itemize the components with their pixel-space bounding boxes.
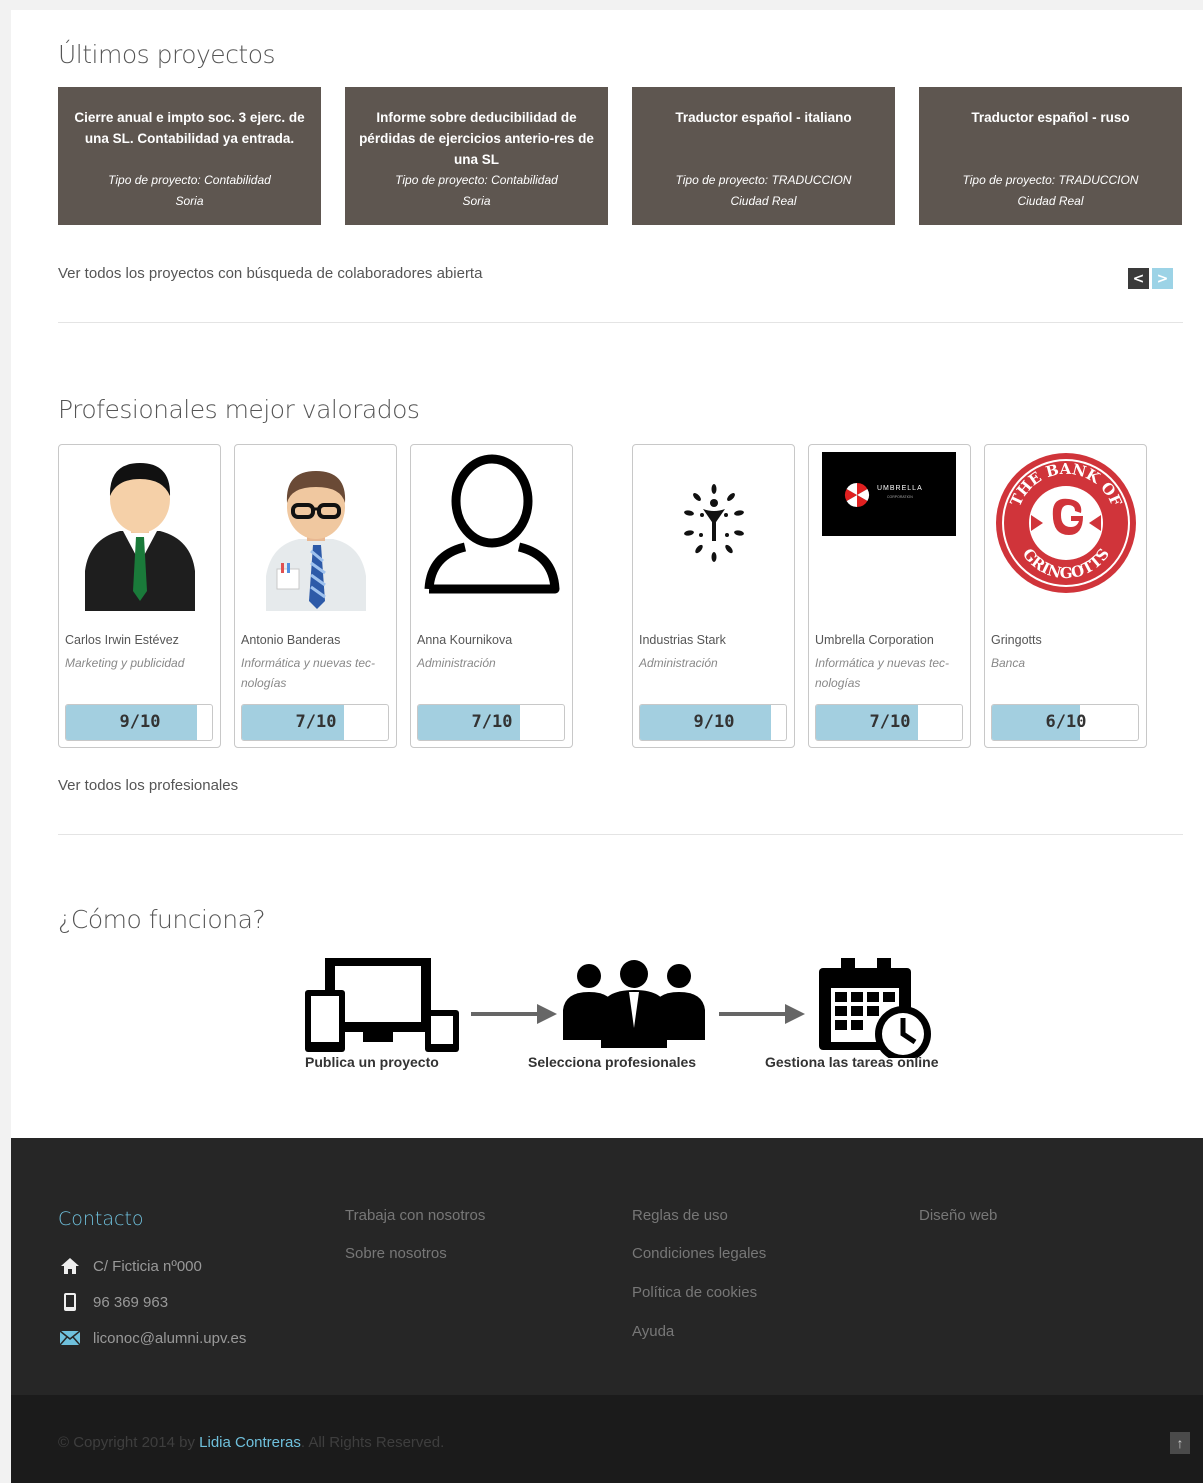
chevron-right-icon: > (1156, 270, 1169, 287)
chevron-left-icon: < (1132, 270, 1145, 287)
arrow-icon (719, 1004, 805, 1024)
project-city: Ciudad Real (730, 194, 797, 208)
umbrella-logo-subtext: CORPORATION (887, 495, 913, 499)
rating-score: 9/10 (693, 712, 735, 732)
step-label: Gestiona las tareas online (765, 1054, 939, 1070)
professional-category: Marketing y publicidad (65, 656, 185, 670)
contact-phone: 96 369 963 (93, 1294, 169, 1311)
project-type: Tipo de proyecto: Contabilidad (108, 173, 271, 187)
calendar-clock-icon (819, 958, 931, 1058)
latest-projects-title: Últimos proyectos (58, 40, 276, 69)
see-all-projects-link[interactable]: Ver todos los proyectos con búsqueda de … (58, 265, 482, 282)
contact-address: C/ Ficticia nº000 (93, 1258, 202, 1275)
professional-category: Administración (639, 656, 718, 670)
arrow-icon (471, 1004, 557, 1024)
professional-category: Banca (991, 656, 1026, 670)
professional-card[interactable]: Anna Kournikova Administración 7/10 (410, 444, 573, 748)
phone-icon (58, 1292, 82, 1312)
copyright-prefix: © Copyright 2014 by (58, 1434, 200, 1451)
footer-link[interactable]: Reglas de uso (632, 1207, 728, 1224)
professional-category: Informática y nuevas tec-nologías (241, 656, 376, 690)
project-city: Ciudad Real (1017, 194, 1084, 208)
professional-card[interactable]: UMBRELLA CORPORATION Umbrella Corporatio… (808, 444, 971, 748)
project-type: Tipo de proyecto: TRADUCCION (962, 173, 1139, 187)
project-city: Soria (175, 194, 204, 208)
rating-bar: 6/10 (991, 704, 1139, 741)
project-city: Soria (462, 194, 491, 208)
professional-category: Informática y nuevas tec-nologías (815, 656, 950, 690)
home-icon (58, 1256, 82, 1276)
arrow-up-icon: ↑ (1176, 1435, 1184, 1451)
footer-link[interactable]: Condiciones legales (632, 1245, 766, 1262)
email-icon (58, 1328, 82, 1348)
professional-name: Carlos Irwin Estévez (65, 633, 179, 647)
footer-link[interactable]: Política de cookies (632, 1284, 757, 1301)
carousel-next-button[interactable]: > (1152, 268, 1173, 289)
how-it-works-title: ¿Cómo funciona? (58, 905, 266, 934)
footer-link[interactable]: Sobre nosotros (345, 1245, 447, 1262)
rating-bar: 7/10 (241, 704, 389, 741)
professional-card[interactable]: Industrias Stark Administración 9/10 (632, 444, 795, 748)
professional-name: Gringotts (991, 633, 1042, 647)
rating-bar: 7/10 (815, 704, 963, 741)
footer-link[interactable]: Trabaja con nosotros (345, 1207, 485, 1224)
businessman-avatar-icon (65, 451, 215, 611)
professional-name: Antonio Banderas (241, 633, 341, 647)
divider (58, 322, 1183, 323)
professional-card[interactable]: Carlos Irwin Estévez Marketing y publici… (58, 444, 221, 748)
professional-name: Industrias Stark (639, 633, 726, 647)
rating-score: 9/10 (119, 712, 161, 732)
copyright-suffix: . All Rights Reserved. (300, 1434, 445, 1451)
footer: Contacto C/ Ficticia nº000 96 369 963 li… (11, 1138, 1203, 1395)
footer-link[interactable]: Ayuda (632, 1323, 674, 1340)
how-it-works-diagram (305, 958, 931, 1058)
project-card[interactable]: Cierre anual e impto soc. 3 ejerc. de un… (58, 87, 321, 225)
contact-title: Contacto (58, 1208, 144, 1230)
professional-card[interactable]: THE BANK OF GRINGOTTS Gringotts Banca 6/… (984, 444, 1147, 748)
professional-name: Umbrella Corporation (815, 633, 934, 647)
copyright-bar: © Copyright 2014 by Lidia Contreras. All… (11, 1395, 1203, 1483)
author-link[interactable]: Lidia Contreras (199, 1434, 301, 1451)
rating-score: 7/10 (471, 712, 513, 732)
rating-bar: 9/10 (65, 704, 213, 741)
copyright-text: © Copyright 2014 by Lidia Contreras. All… (58, 1434, 444, 1451)
devices-icon (305, 958, 459, 1052)
user-outline-icon (417, 451, 567, 611)
gringotts-seal-logo: THE BANK OF GRINGOTTS (991, 451, 1141, 611)
team-icon (563, 960, 705, 1048)
glasses-man-avatar-icon (241, 451, 391, 611)
project-title: Cierre anual e impto soc. 3 ejerc. de un… (74, 110, 305, 146)
umbrella-logo-text: UMBRELLA (877, 485, 923, 492)
project-card[interactable]: Traductor español - italiano Tipo de pro… (632, 87, 895, 225)
step-label: Selecciona profesionales (528, 1054, 697, 1070)
professional-name: Anna Kournikova (417, 633, 513, 647)
project-card[interactable]: Traductor español - ruso Tipo de proyect… (919, 87, 1182, 225)
project-card[interactable]: Informe sobre deducibilidad de pérdidas … (345, 87, 608, 225)
rating-score: 7/10 (869, 712, 911, 732)
rating-bar: 9/10 (639, 704, 787, 741)
project-title: Traductor español - ruso (971, 110, 1130, 125)
stark-tree-logo (639, 451, 789, 611)
professional-category: Administración (417, 656, 496, 670)
rating-score: 6/10 (1045, 712, 1087, 732)
page: Últimos proyectos Cierre anual e impto s… (11, 10, 1203, 1483)
see-all-professionals-link[interactable]: Ver todos los profesionales (58, 777, 238, 794)
scroll-to-top-button[interactable]: ↑ (1170, 1432, 1190, 1454)
contact-email[interactable]: liconoc@alumni.upv.es (93, 1330, 246, 1347)
umbrella-corporation-logo: UMBRELLA CORPORATION (815, 451, 965, 611)
carousel-prev-button[interactable]: < (1128, 268, 1149, 289)
divider (58, 834, 1183, 835)
rating-bar: 7/10 (417, 704, 565, 741)
professional-card[interactable]: Antonio Banderas Informática y nuevas te… (234, 444, 397, 748)
top-professionals-title: Profesionales mejor valorados (58, 395, 420, 424)
footer-link[interactable]: Diseño web (919, 1207, 997, 1224)
project-title: Traductor español - italiano (675, 110, 852, 125)
project-title: Informe sobre deducibilidad de pérdidas … (359, 110, 594, 167)
project-type: Tipo de proyecto: Contabilidad (395, 173, 558, 187)
project-type: Tipo de proyecto: TRADUCCION (675, 173, 852, 187)
step-label: Publica un proyecto (305, 1054, 439, 1070)
rating-score: 7/10 (295, 712, 337, 732)
